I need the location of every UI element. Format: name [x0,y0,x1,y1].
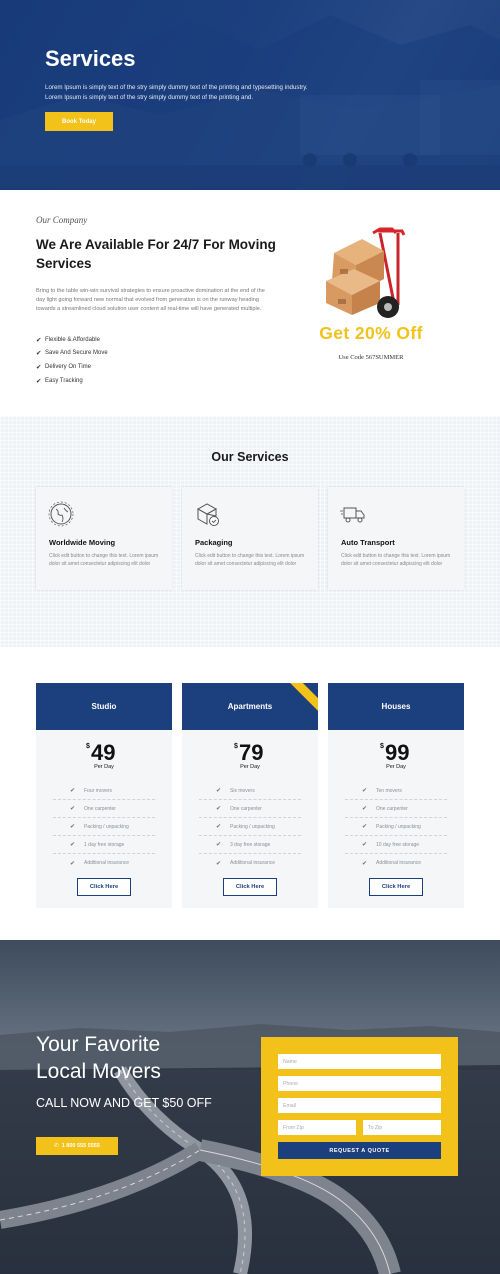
truck-icon [340,507,365,523]
check-icon: ✔ [70,788,76,794]
email-input[interactable]: Email [278,1098,441,1113]
hero-description: Lorem Ipsum is simply text of the stry s… [45,83,345,103]
plan-feature: ✔ Six movers [199,782,301,800]
name-input[interactable]: Name [278,1054,441,1069]
plan-feature: ✔ Ten movers [345,782,447,800]
check-icon: ✔ [36,350,42,358]
click-here-button[interactable]: Click Here [77,878,131,896]
check-icon: ✔ [362,842,368,848]
plan-feature: ✔ One carpenter [199,800,301,818]
check-icon: ✔ [216,860,222,867]
plan-name: Houses [328,683,464,730]
hero-line-2: Lorem Ipsum is simply text of the stry s… [45,94,254,101]
check-icon: ✔ [36,336,42,344]
cta-subtitle: CALL NOW AND GET $50 OFF [36,1096,212,1110]
service-description: Click edit button to change this text. L… [49,553,159,567]
from-zip-input[interactable]: From Zip [278,1120,356,1135]
service-card-packaging: Packaging Click edit button to change th… [182,487,318,590]
promo-headline: Get 20% Off [319,323,423,343]
plan-feature: ✔ Packing / unpacking [53,818,155,836]
check-icon: ✔ [70,860,76,867]
check-icon: ✔ [362,806,368,812]
check-icon: ✔ [36,377,42,385]
currency-symbol: $ [380,743,384,750]
plan-feature: ✔ 10 day free storage [345,836,447,854]
list-item: ✔ Delivery On Time [36,363,92,371]
plan-feature: ✔ 1 day free storage [53,836,155,854]
check-icon: ✔ [216,806,222,812]
plan-feature: ✔ Additional insurance [362,860,422,867]
services-title: Our Services [211,450,289,464]
service-description: Click edit button to change this text. L… [195,553,305,567]
service-card-auto-transport: Auto Transport Click edit button to chan… [328,487,464,590]
list-item: ✔ Save And Secure Move [36,350,108,358]
check-icon: ✔ [216,824,222,830]
plan-feature: ✔ Additional insurance [70,860,130,867]
to-zip-input[interactable]: To Zip [363,1120,441,1135]
request-quote-button[interactable]: REQUEST A QUOTE [278,1142,441,1159]
check-icon: ✔ [70,806,76,812]
currency-symbol: $ [234,743,238,750]
phone-number: 1 800 555 5555 [61,1143,100,1149]
plan-feature: ✔ One carpenter [345,800,447,818]
plan-price: 99 [385,740,410,765]
plan-feature: ✔ 3 day free storage [199,836,301,854]
company-title: We Are Available For 24/7 For Moving Ser… [36,237,276,271]
service-description: Click edit button to change this text. L… [341,553,451,567]
phone-input[interactable]: Phone [278,1076,441,1091]
plan-feature: ✔ Packing / unpacking [199,818,301,836]
phone-button[interactable]: ✆ 1 800 555 5555 [36,1137,118,1155]
service-card-worldwide-moving: Worldwide Moving Click edit button to ch… [36,487,172,590]
check-icon: ✔ [216,788,222,794]
globe-icon [48,501,74,527]
company-paragraph: Bring to the table win-win survival stra… [36,288,265,313]
check-icon: ✔ [70,824,76,830]
plan-feature: ✔ Packing / unpacking [345,818,447,836]
price-period: Per Day [240,764,260,770]
company-eyebrow: Our Company [36,215,88,225]
service-title: Worldwide Moving [49,538,116,547]
hero-title: Services [45,46,136,71]
currency-symbol: $ [86,743,90,750]
check-icon: ✔ [36,363,42,371]
check-icon: ✔ [362,788,368,794]
feature-list: ✔ Flexible & Affordable ✔ Save And Secure … [36,333,108,387]
list-item: ✔ Flexible & Affordable [36,336,100,344]
book-today-button[interactable]: Book Today [45,112,113,131]
service-title: Auto Transport [341,538,395,547]
pricing-card-studio: Studio $ 49 Per Day ✔ Four movers ✔ One ca… [36,683,172,908]
service-title: Packaging [195,538,233,547]
plan-feature: ✔ Additional insurance [216,860,276,867]
cta-title-line-1: Your Favorite [36,1033,161,1056]
check-icon: ✔ [70,842,76,848]
price-period: Per Day [386,764,406,770]
cta-title: Your Favorite Local Movers [36,1031,236,1085]
hero-line-1: Lorem Ipsum is simply text of the stry s… [45,84,308,91]
promo-code: Use Code 567SUMMER [338,354,404,361]
hero-section: Services Lorem Ipsum is simply text of t… [0,0,500,190]
click-here-button[interactable]: Click Here [223,878,277,896]
check-icon: ✔ [216,842,222,848]
cta-title-line-2: Local Movers [36,1060,161,1083]
check-icon: ✔ [362,860,368,867]
plan-price: 49 [91,740,116,765]
box-icon [196,503,219,526]
quote-form: Name Phone Email From Zip To Zip REQUEST… [261,1037,458,1176]
price-period: Per Day [94,764,114,770]
plan-price: 79 [239,740,264,765]
phone-icon: ✆ [54,1143,59,1149]
click-here-button[interactable]: Click Here [369,878,423,896]
plan-feature: ✔ One carpenter [53,800,155,818]
plan-name: Studio [36,683,172,730]
list-item: ✔ Easy Tracking [36,377,83,385]
check-icon: ✔ [362,824,368,830]
hand-truck-image [326,227,406,318]
plan-feature: ✔ Four movers [53,782,155,800]
pricing-card-apartments: Apartments $ 79 Per Day ✔ Six movers ✔ One… [182,683,318,908]
pricing-card-houses: Houses $ 99 Per Day ✔ Ten movers ✔ One car… [328,683,464,908]
